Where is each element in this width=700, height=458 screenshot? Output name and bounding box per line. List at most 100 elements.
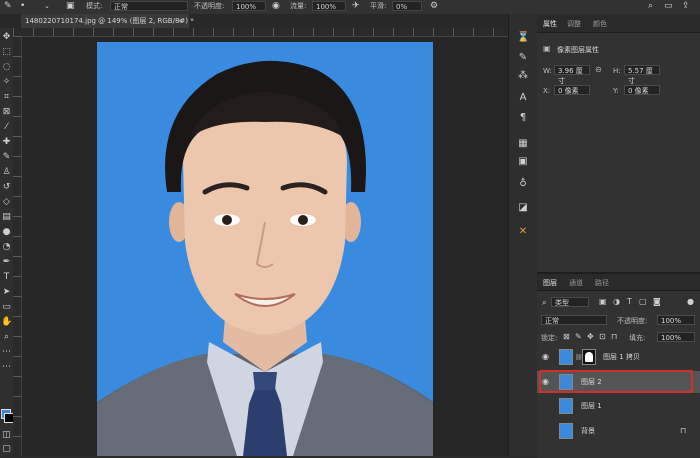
lock-position-icon[interactable]: ✥ [587,332,594,341]
brush-preset-icon[interactable]: ✎ [4,1,12,11]
info-panel-icon[interactable]: ▦ [517,138,529,150]
filter-kind-select[interactable]: 类型 [551,297,589,307]
clone-stamp-tool-icon[interactable]: ♙ [1,167,12,178]
horizontal-ruler[interactable] [13,28,508,37]
filter-toggle-icon[interactable]: ● [687,297,694,306]
mode-label: 模式: [86,2,103,10]
flow-field[interactable]: 100% [312,1,346,11]
lasso-tool-icon[interactable]: ◌ [1,62,12,73]
width-field[interactable]: 3.96 厘寸 [554,65,590,85]
x-field[interactable]: 0 像素 [554,85,590,95]
edit-toolbar-icon[interactable]: ⋯ [1,362,12,373]
lock-artboard-icon[interactable]: ⊡ [599,332,606,341]
glyphs-panel-icon[interactable]: ◪ [517,202,529,214]
brush-tool-icon[interactable]: ✎ [1,152,12,163]
paragraph-panel-icon[interactable]: ¶ [517,112,529,124]
eraser-tool-icon[interactable]: ◇ [1,197,12,208]
brush-size-dot-icon[interactable]: • [20,1,25,11]
tab-paths[interactable]: 路径 [595,278,609,288]
document-image[interactable] [97,42,433,456]
y-field[interactable]: 0 像素 [624,85,660,95]
screen-mode-icon[interactable]: ▢ [1,444,12,455]
lock-pixels-icon[interactable]: ✎ [575,332,582,341]
chevron-down-icon[interactable]: ⌄ [44,1,50,11]
visibility-eye-icon[interactable]: ◉ [542,352,549,361]
layer-fill-field[interactable]: 100% [657,332,695,342]
lock-transparent-icon[interactable]: ⊠ [563,332,570,341]
selection-highlight-box [539,370,693,393]
lock-label: 锁定: [541,334,558,342]
quick-select-tool-icon[interactable]: ✧ [1,77,12,88]
pressure-opacity-icon[interactable]: ◉ [272,1,280,11]
move-tool-icon[interactable]: ✥ [1,32,12,43]
zoom-tool-icon[interactable]: ⌕ [1,332,12,343]
opacity-label: 不透明度: [617,317,648,325]
layer-thumbnail [559,349,573,365]
layer-thumbnail [559,423,573,439]
crop-tool-icon[interactable]: ⌗ [1,92,12,103]
airbrush-icon[interactable]: ✈ [352,1,360,11]
tab-channels[interactable]: 通道 [569,278,583,288]
panel-icon-strip: ⌛ ✎ ⁂ A ¶ ▦ ▣ ♁ ◪ ✕ [508,14,538,456]
layer-thumbnail [559,398,573,414]
link-icon[interactable]: ⊝ [595,65,602,74]
share-icon[interactable]: ⇪ [682,1,690,11]
brushes-panel-icon[interactable]: ⁂ [517,70,529,82]
tab-color[interactable]: 颜色 [593,19,607,29]
more-tools-icon[interactable]: ⋯ [1,347,12,358]
tab-properties[interactable]: 属性 [543,19,557,29]
tab-layers[interactable]: 图层 [543,278,557,288]
layer-row[interactable]: ◉ ⛓ 图层 1 拷贝 [537,346,700,368]
pen-tool-icon[interactable]: ✒ [1,257,12,268]
quick-mask-icon[interactable]: ◫ [1,430,12,441]
filter-shape-icon[interactable]: ▢ [639,297,647,306]
brush-settings-icon[interactable]: ▣ [66,1,75,11]
lightbulb-icon[interactable]: ♁ [517,178,529,190]
layer-name: 图层 1 [581,402,602,410]
tools-crossed-icon[interactable]: ✕ [517,226,529,238]
lock-all-icon[interactable]: ⊓ [611,332,617,341]
frame-tool-icon[interactable]: ⊠ [1,107,12,118]
document-tab-title: 1480220710174.jpg @ 149% (图层 2, RGB/8#) … [25,17,194,25]
marquee-tool-icon[interactable]: ⬚ [1,47,12,58]
blur-tool-icon[interactable]: ● [1,227,12,238]
layer-type-label: 像素图层属性 [557,46,599,54]
x-label: X: [543,87,551,95]
filter-pixel-icon[interactable]: ▣ [599,297,607,306]
properties-panel: 属性 调整 颜色 ▣ 像素图层属性 W: 3.96 厘寸 ⊝ H: 5.57 厘… [537,14,700,272]
healing-brush-tool-icon[interactable]: ✚ [1,137,12,148]
portrait-photo [97,42,433,456]
navigator-panel-icon[interactable]: ▣ [517,156,529,168]
rectangle-tool-icon[interactable]: ▭ [1,302,12,313]
document-tab[interactable]: 1480220710174.jpg @ 149% (图层 2, RGB/8#) … [21,14,194,28]
mode-select[interactable]: 正常 [110,1,188,11]
search-icon[interactable]: ⌕ [648,1,653,11]
blend-mode-select[interactable]: 正常 [541,315,607,325]
hand-tool-icon[interactable]: ✋ [1,317,12,328]
filter-smart-icon[interactable]: ◙ [653,297,661,306]
history-brush-tool-icon[interactable]: ↺ [1,182,12,193]
tab-adjustments[interactable]: 调整 [567,19,581,29]
opacity-field[interactable]: 100% [232,1,266,11]
filter-type-icon[interactable]: T [627,297,632,306]
height-field[interactable]: 5.57 厘寸 [624,65,660,85]
smooth-field[interactable]: 0% [392,1,422,11]
character-panel-icon[interactable]: A [517,92,529,104]
close-icon[interactable]: × [177,14,183,28]
eyedropper-tool-icon[interactable]: ⁄ [1,122,12,133]
layer-row[interactable]: 图层 1 [537,395,700,417]
workspace-icon[interactable]: ▭ [664,1,673,11]
layer-row[interactable]: 背景 ⊓ [537,420,700,442]
brush-settings-panel-icon[interactable]: ✎ [517,52,529,64]
gear-icon[interactable]: ⚙ [430,1,438,11]
history-panel-icon[interactable]: ⌛ [517,32,529,44]
layer-opacity-field[interactable]: 100% [657,315,695,325]
lock-icon[interactable]: ⊓ [680,426,686,435]
vertical-ruler[interactable] [13,36,22,456]
path-select-tool-icon[interactable]: ➤ [1,287,12,298]
dodge-tool-icon[interactable]: ◔ [1,242,12,253]
height-label: H: [613,67,621,75]
gradient-tool-icon[interactable]: ▤ [1,212,12,223]
type-tool-icon[interactable]: T [1,272,12,283]
filter-adjust-icon[interactable]: ◑ [613,297,620,306]
